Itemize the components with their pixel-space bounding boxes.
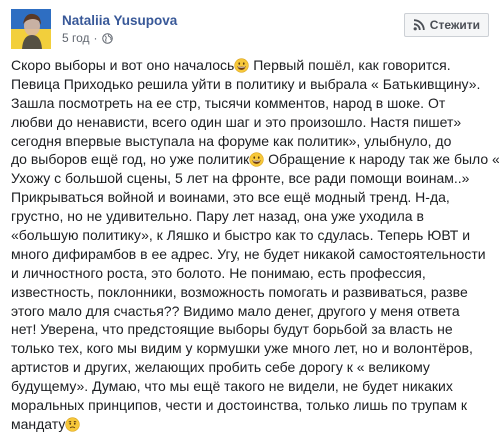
post-text: Скоро выборы и вот оно началось Первый п… (11, 56, 499, 434)
separator-dot: · (93, 31, 98, 45)
text-line: грустно, но не удивительно. Пару лет наз… (11, 208, 424, 225)
text-segment: до выборов ещё год, но уже политик (11, 151, 250, 168)
text-line: Скоро выборы и вот оно началось Первый п… (11, 56, 491, 75)
text-line: Певица Приходько решила уйти в политику … (11, 75, 481, 92)
post-header: Nataliia Yusupova 5 год · Стежити (11, 9, 489, 49)
text-line: только тех, кого мы видим у кормушки уже… (11, 340, 473, 357)
text-segment: Первый пошёл, как говорится. (249, 57, 451, 73)
text-segment: Обращение к народу так же было « (264, 151, 499, 168)
post-time[interactable]: 5 год (62, 31, 90, 45)
author-name[interactable]: Nataliia Yusupova (62, 13, 177, 28)
grinning-emoji (234, 58, 249, 73)
text-line: этого мало для счастья?? Видимо мало ден… (11, 302, 460, 319)
worried-emoji (65, 417, 80, 432)
rss-icon (413, 19, 425, 31)
globe-icon[interactable] (101, 32, 113, 44)
text-line: и личностного роста, это болото. Не пони… (11, 264, 426, 281)
text-line: будущему». Думаю, что мы ещё такого не в… (11, 378, 453, 395)
text-line: Ухожу с большой сцены, 5 лет на фронте, … (11, 170, 470, 187)
facebook-post: Nataliia Yusupova 5 год · Стежити Скоро … (0, 0, 499, 445)
text-line: Прикрываться войной и воинами, это все е… (11, 189, 450, 206)
text-line: известность, поклонники, возможность пом… (11, 283, 468, 300)
text-line: до выборов ещё год, но уже политик Обращ… (11, 150, 499, 169)
follow-label: Стежити (429, 18, 480, 32)
text-segment: Скоро выборы и вот оно началось (11, 57, 235, 73)
text-line: любви до ненависти, всего один шаг и это… (11, 113, 462, 130)
post-meta: 5 год · (62, 31, 113, 45)
follow-button[interactable]: Стежити (403, 13, 489, 37)
text-line: Зашла посмотреть на ее стр, тысячи комме… (11, 94, 446, 111)
text-line: сегодня впервые выступала на форуме как … (11, 132, 452, 149)
grinning-emoji (249, 152, 264, 168)
text-line: артистов и других, желающих пробить себе… (11, 359, 430, 376)
text-line: нет! Уверена, что предстоящие выборы буд… (11, 321, 453, 338)
text-line: «большую политику», к Ляшко и быстро как… (11, 227, 471, 244)
text-line: много дифирамбов в ее адрес. Угу, не буд… (11, 245, 486, 262)
text-segment: мандату (11, 415, 66, 432)
avatar[interactable] (11, 9, 51, 49)
text-line: мандату (11, 415, 491, 434)
text-line: моральных принципов, чести и достоинства… (11, 397, 468, 414)
